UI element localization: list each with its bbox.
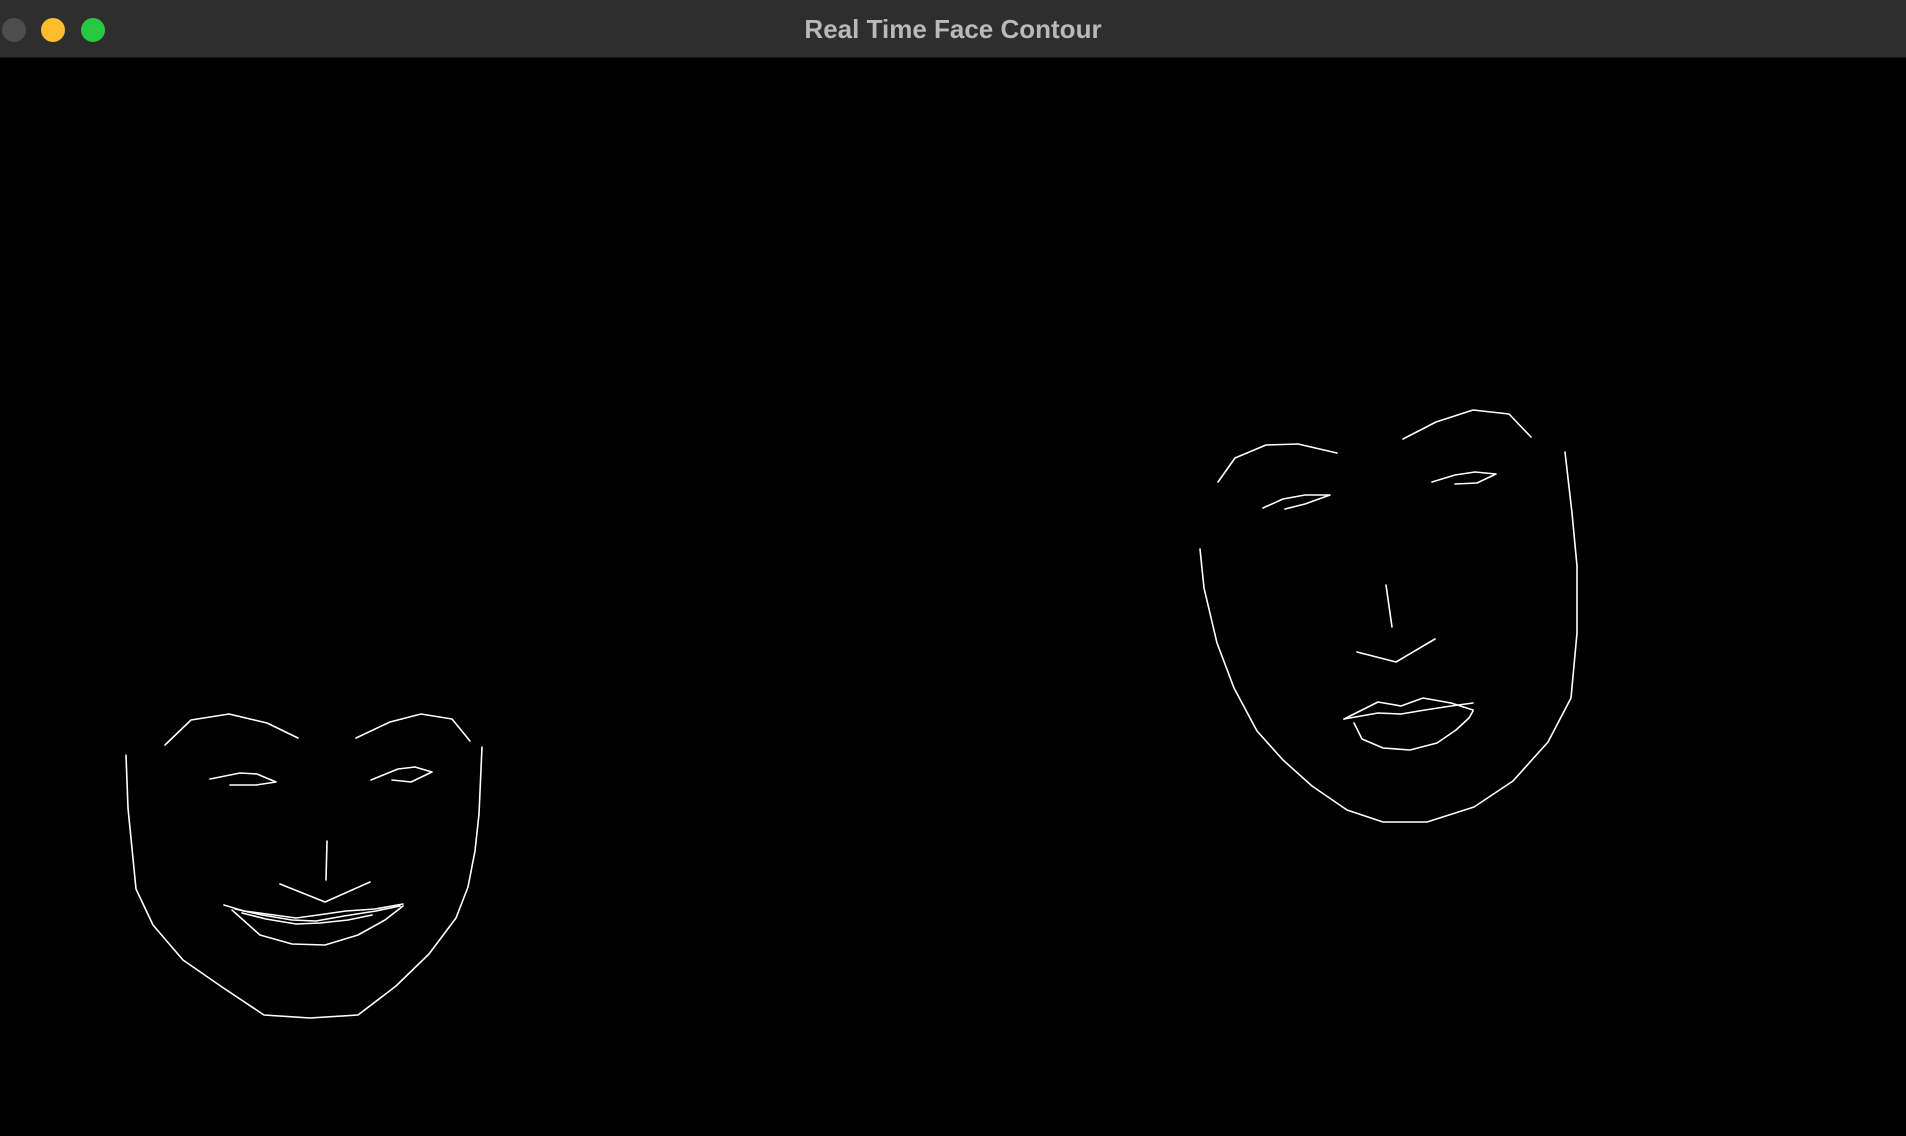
upper-lip-bottom [1343,702,1474,720]
left-eye [1262,494,1331,510]
face-contour-left [125,713,483,1019]
left-eyebrow [164,713,299,746]
face-outline [125,746,483,1019]
face-contour-drawing [125,409,1578,1019]
nose-bottom [1356,638,1436,663]
face-outline [1199,451,1578,823]
face-contour-right [1199,409,1578,823]
left-eye [209,772,277,786]
window-title: Real Time Face Contour [804,14,1102,44]
video-canvas [0,58,1906,1136]
right-eye [370,766,433,783]
right-eyebrow [1402,409,1532,440]
nose-bridge [325,840,328,881]
lower-lip [231,905,404,946]
nose-bridge [1385,584,1393,628]
lower-lip [1353,710,1474,751]
left-eyebrow [1217,443,1338,483]
right-eyebrow [355,713,471,742]
nose-bottom [279,881,371,903]
app-window: Real Time Face Contour [0,0,1906,1136]
title-bar[interactable]: Real Time Face Contour [0,0,1906,58]
right-eye [1431,471,1497,485]
